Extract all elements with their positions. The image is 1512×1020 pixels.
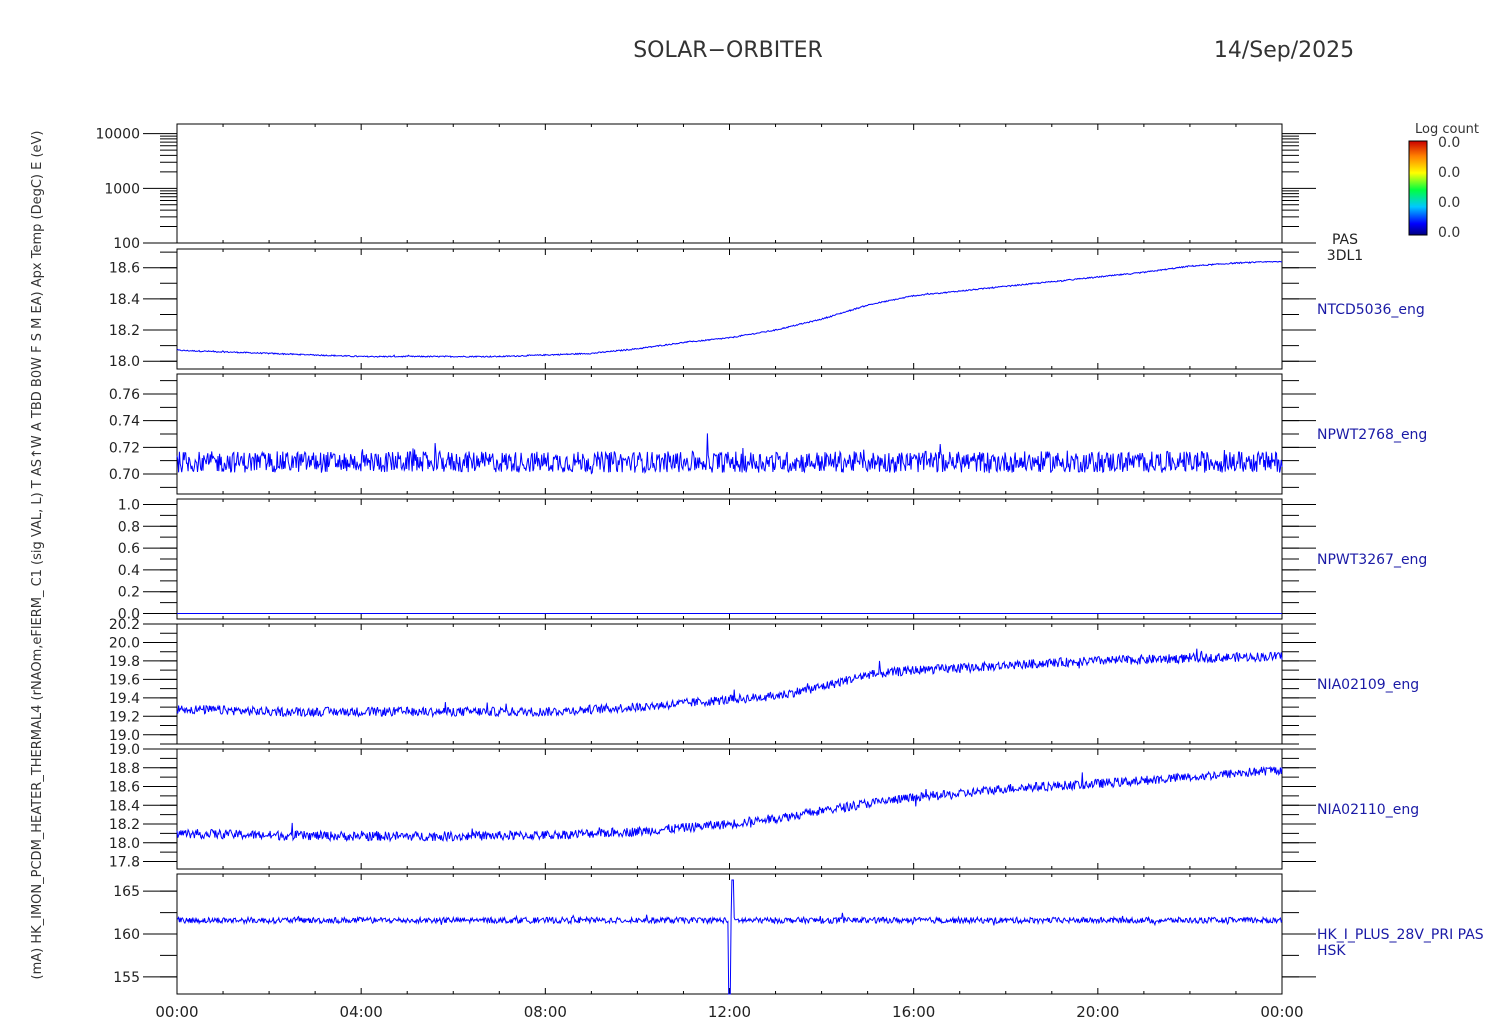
- series-label-ntcd5036: NTCD5036_eng: [1317, 302, 1425, 318]
- ytick-label-npwt2768-1: 0.72: [109, 440, 140, 456]
- series-nia02110: [176, 765, 1283, 843]
- panel-frame-pas-energy: [176, 123, 1283, 244]
- panel-npwt3267: 0.00.20.40.60.81.0NPWT3267_eng: [118, 497, 1428, 622]
- series-label-npwt3267: NPWT3267_eng: [1317, 552, 1427, 568]
- ytick-label-npwt3267-3: 0.6: [118, 541, 140, 557]
- xtick-label-0: 00:00: [155, 1003, 198, 1020]
- panel-frame-hk-i-plus-28v: [176, 873, 1283, 995]
- xtick-label-2: 08:00: [524, 1003, 567, 1020]
- xtick-label-6: 00:00: [1260, 1003, 1303, 1020]
- ytick-label-npwt2768-0: 0.70: [109, 467, 140, 483]
- panel-frame-npwt2768: [176, 373, 1283, 495]
- rotated-axis-label: (mA) HK_IMON_PCDM_HEATER_THERMAL4 (rNAOm…: [30, 130, 45, 979]
- ytick-label-nia02110-1: 18.0: [109, 836, 140, 852]
- panel-nia02109: 19.019.219.419.619.820.020.2NIA02109_eng: [109, 617, 1419, 745]
- ytick-label-pas-energy-1: 1000: [104, 181, 140, 197]
- stacked-time-series-chart: 100 1000 10000 PAS3DL1 18.0 18.2 18.4 18.6 NTCD5…: [30, 122, 1484, 1020]
- panel-ntcd5036: 18.0 18.2 18.4 18.6 NTCD5036_eng: [109, 248, 1425, 370]
- colorbar-gradient: [1408, 140, 1428, 236]
- ytick-label-nia02110-2: 18.2: [109, 817, 140, 833]
- panel-frame-nia02109: [176, 623, 1283, 745]
- panel-nia02110: 17.8 18.0 18.2 18.4 18.6 18.8 19.0 NIA02110_eng: [109, 742, 1419, 871]
- panel-npwt2768: 0.70 0.72 0.74 0.76 NPWT2768_eng: [109, 373, 1427, 495]
- panel-label-pas-energy-0: PAS: [1332, 232, 1358, 248]
- ytick-label-pas-energy-0: 100: [113, 236, 140, 252]
- series-hk-i-plus-28v: [176, 879, 1283, 995]
- xtick-label-4: 16:00: [892, 1003, 935, 1020]
- series-ntcd5036: [176, 260, 1282, 358]
- colorbar-tick-1: 0.0: [1438, 165, 1460, 181]
- ytick-label-hk-i-plus-28v-2: 165: [113, 884, 140, 900]
- ytick-label-pas-energy-2: 10000: [95, 127, 140, 143]
- ytick-label-ntcd5036-2: 18.4: [109, 292, 140, 308]
- ytick-label-ntcd5036-1: 18.2: [109, 323, 140, 339]
- panel-frame-nia02110: [176, 748, 1283, 870]
- panel-frame-npwt3267: [176, 498, 1283, 620]
- series-nia02109: [176, 648, 1283, 719]
- ytick-label-nia02109-2: 19.4: [109, 691, 140, 707]
- ytick-label-npwt3267-4: 0.8: [118, 519, 140, 535]
- colorbar-tick-2: 0.0: [1438, 195, 1460, 211]
- ytick-label-nia02109-3: 19.6: [109, 672, 140, 688]
- ytick-label-npwt3267-1: 0.2: [118, 585, 140, 601]
- series-npwt2768: [176, 433, 1283, 475]
- xtick-label-5: 20:00: [1076, 1003, 1119, 1020]
- ytick-label-npwt3267-5: 1.0: [118, 497, 140, 513]
- ytick-label-nia02110-3: 18.4: [109, 798, 140, 814]
- ytick-label-nia02109-5: 20.0: [109, 635, 140, 651]
- ytick-label-nia02110-5: 18.8: [109, 761, 140, 777]
- xtick-label-3: 12:00: [708, 1003, 751, 1020]
- colorbar-tick-0: 0.0: [1438, 135, 1460, 151]
- xtick-label-1: 04:00: [340, 1003, 383, 1020]
- ytick-label-ntcd5036-3: 18.6: [109, 261, 140, 277]
- ytick-label-nia02110-6: 19.0: [109, 742, 140, 758]
- ytick-label-npwt3267-2: 0.4: [118, 563, 140, 579]
- series-label-nia02110: NIA02110_eng: [1317, 802, 1419, 818]
- ytick-label-hk-i-plus-28v-0: 155: [113, 970, 140, 986]
- series-label-line2-hk-i-plus-28v: HSK: [1317, 943, 1346, 959]
- colorbar: Log count 0.0 0.0 0.0 0.0: [1408, 122, 1479, 241]
- panel-label-pas-energy-1: 3DL1: [1327, 248, 1363, 264]
- ytick-label-nia02109-4: 19.8: [109, 654, 140, 670]
- ytick-label-npwt2768-2: 0.74: [109, 414, 140, 430]
- ytick-label-npwt2768-3: 0.76: [109, 387, 140, 403]
- ytick-label-nia02110-4: 18.6: [109, 780, 140, 796]
- panel-hk-i-plus-28v: 155 160 165 HK_I_PLUS_28V_PRI PASHSK: [113, 873, 1484, 995]
- colorbar-tick-3: 0.0: [1438, 225, 1460, 241]
- ytick-label-nia02109-1: 19.2: [109, 709, 140, 725]
- series-label-npwt2768: NPWT2768_eng: [1317, 427, 1427, 443]
- series-label-hk-i-plus-28v: HK_I_PLUS_28V_PRI PAS: [1317, 927, 1484, 943]
- ytick-label-hk-i-plus-28v-1: 160: [113, 927, 140, 943]
- panel-pas-energy: 100 1000 10000 PAS3DL1: [95, 123, 1363, 264]
- ytick-label-nia02110-0: 17.8: [109, 855, 140, 871]
- series-label-nia02109: NIA02109_eng: [1317, 677, 1419, 693]
- ytick-label-ntcd5036-0: 18.0: [109, 354, 140, 370]
- ytick-label-nia02109-6: 20.2: [109, 617, 140, 633]
- panel-frame-ntcd5036: [176, 248, 1283, 370]
